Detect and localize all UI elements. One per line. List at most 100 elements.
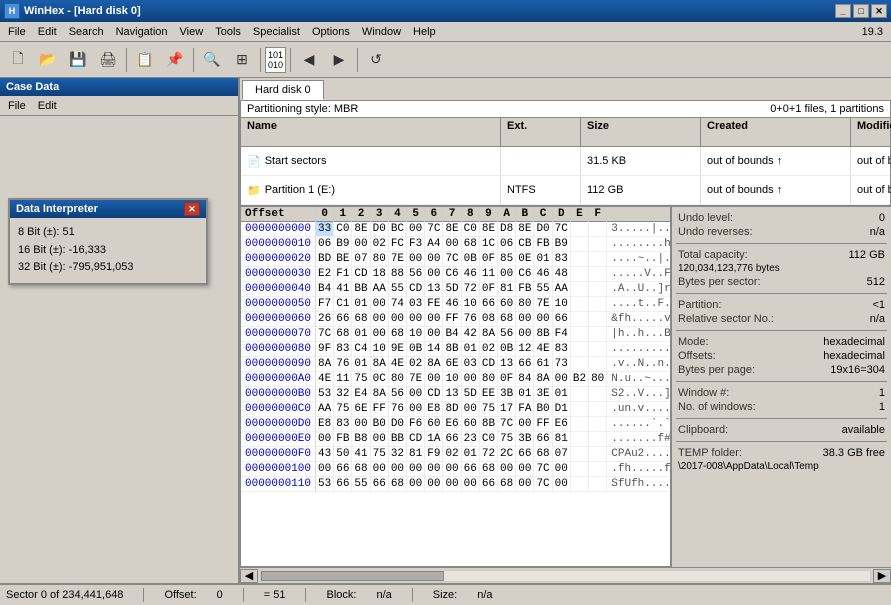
hex-byte[interactable]: 13: [443, 387, 461, 402]
hex-byte[interactable]: 3B: [498, 387, 516, 402]
di-close-button[interactable]: ✕: [184, 202, 200, 216]
hex-byte[interactable]: 00: [552, 477, 570, 492]
hex-byte[interactable]: 6E: [443, 357, 461, 372]
hex-byte[interactable]: 68: [479, 462, 497, 477]
hex-byte[interactable]: A4: [425, 237, 443, 252]
hex-byte[interactable]: 7C: [498, 417, 516, 432]
hex-byte[interactable]: 01: [352, 297, 370, 312]
case-file-menu[interactable]: File: [2, 98, 32, 114]
hex-byte[interactable]: [589, 417, 607, 432]
hex-byte[interactable]: 68: [352, 462, 370, 477]
hex-byte[interactable]: B4: [316, 282, 334, 297]
hex-byte[interactable]: 00: [407, 402, 425, 417]
hex-byte[interactable]: 68: [334, 327, 352, 342]
hex-byte[interactable]: 0B: [498, 342, 516, 357]
hex-row[interactable]: 000000001006B90002FCF3A400681C06CBFBB9..…: [241, 237, 670, 252]
hex-byte[interactable]: 00: [425, 462, 443, 477]
hex-byte[interactable]: 55: [388, 282, 406, 297]
hex-byte[interactable]: 8D: [443, 402, 461, 417]
hex-byte[interactable]: 68: [498, 312, 516, 327]
hex-byte[interactable]: 5D: [443, 282, 461, 297]
hex-byte[interactable]: 7E: [388, 252, 406, 267]
hex-byte[interactable]: 75: [370, 447, 388, 462]
hex-byte[interactable]: 8A: [479, 327, 497, 342]
hex-byte[interactable]: 75: [498, 432, 516, 447]
scroll-right-btn[interactable]: ▶: [873, 569, 891, 583]
hex-byte[interactable]: 32: [388, 447, 406, 462]
hex-byte[interactable]: FF: [370, 402, 388, 417]
hex-byte[interactable]: F9: [425, 447, 443, 462]
hex-byte[interactable]: 10: [443, 372, 461, 387]
hex-byte[interactable]: E4: [352, 387, 370, 402]
hex-byte[interactable]: 81: [498, 282, 516, 297]
hex-byte[interactable]: 23: [461, 432, 479, 447]
hex-byte[interactable]: [570, 447, 588, 462]
hex-byte[interactable]: FF: [534, 417, 552, 432]
hex-byte[interactable]: 0E: [516, 252, 534, 267]
hex-byte[interactable]: CD: [407, 282, 425, 297]
hex-byte[interactable]: 00: [316, 462, 334, 477]
hex-byte[interactable]: [589, 297, 607, 312]
hex-byte[interactable]: [570, 252, 588, 267]
hex-byte[interactable]: 8A: [534, 372, 552, 387]
hex-byte[interactable]: 74: [388, 297, 406, 312]
hex-byte[interactable]: [570, 282, 588, 297]
hex-byte[interactable]: AA: [552, 282, 570, 297]
hex-byte[interactable]: 7C: [534, 477, 552, 492]
hex-byte[interactable]: 85: [498, 252, 516, 267]
hex-byte[interactable]: 84: [516, 372, 534, 387]
hex-byte[interactable]: [589, 387, 607, 402]
hex-byte[interactable]: 46: [534, 267, 552, 282]
hex-row[interactable]: 0000000020BDBE07807E00007C0B0F850E0183..…: [241, 252, 670, 267]
hex-byte[interactable]: 60: [461, 417, 479, 432]
hex-byte[interactable]: CD: [479, 357, 497, 372]
hex-byte[interactable]: 11: [479, 267, 497, 282]
hex-byte[interactable]: B9: [334, 237, 352, 252]
hex-row[interactable]: 00000000908A76018A4E028A6E03CD13666173.v…: [241, 357, 670, 372]
menu-tools[interactable]: Tools: [209, 24, 247, 40]
hex-byte[interactable]: [589, 327, 607, 342]
hex-byte[interactable]: 88: [388, 267, 406, 282]
hex-byte[interactable]: AA: [316, 402, 334, 417]
hex-byte[interactable]: 76: [334, 357, 352, 372]
hex-byte[interactable]: C1: [334, 297, 352, 312]
hex-byte[interactable]: 03: [461, 357, 479, 372]
goto-button[interactable]: ⊞: [228, 46, 256, 74]
hex-byte[interactable]: 00: [552, 462, 570, 477]
hex-byte[interactable]: 80: [479, 372, 497, 387]
hex-byte[interactable]: 32: [334, 387, 352, 402]
hex-byte[interactable]: 61: [534, 357, 552, 372]
hex-byte[interactable]: 01: [534, 252, 552, 267]
hex-byte[interactable]: D0: [370, 222, 388, 237]
hex-byte[interactable]: [589, 282, 607, 297]
hex-byte[interactable]: 0F: [479, 282, 497, 297]
hex-byte[interactable]: 50: [334, 447, 352, 462]
hex-byte[interactable]: 13: [425, 282, 443, 297]
hex-byte[interactable]: [570, 417, 588, 432]
hex-byte[interactable]: 0B: [407, 342, 425, 357]
hex-byte[interactable]: 00: [516, 312, 534, 327]
hex-byte[interactable]: 55: [352, 477, 370, 492]
hex-byte[interactable]: FF: [443, 312, 461, 327]
hex-byte[interactable]: 72: [461, 282, 479, 297]
hex-byte[interactable]: 00: [407, 252, 425, 267]
hex-byte[interactable]: 66: [461, 462, 479, 477]
table-row[interactable]: 📄 Start sectors 31.5 KB out of bounds ↑ …: [241, 147, 890, 176]
hex-byte[interactable]: 66: [334, 462, 352, 477]
hex-byte[interactable]: 46: [461, 267, 479, 282]
hex-byte[interactable]: [589, 432, 607, 447]
hex-byte[interactable]: B0: [370, 417, 388, 432]
minimize-button[interactable]: _: [835, 4, 851, 18]
hex-byte[interactable]: 3E: [534, 387, 552, 402]
hex-byte[interactable]: 73: [552, 357, 570, 372]
hex-byte[interactable]: 7E: [534, 297, 552, 312]
hex-byte[interactable]: 00: [370, 462, 388, 477]
scroll-track[interactable]: [260, 570, 871, 582]
hex-byte[interactable]: 17: [498, 402, 516, 417]
hex-row[interactable]: 000000006026666800000000FF760868000066&f…: [241, 312, 670, 327]
hex-byte[interactable]: 76: [388, 402, 406, 417]
hex-byte[interactable]: 72: [479, 447, 497, 462]
hex-byte[interactable]: [570, 402, 588, 417]
hex-byte[interactable]: 10: [461, 297, 479, 312]
hex-byte[interactable]: 66: [334, 477, 352, 492]
